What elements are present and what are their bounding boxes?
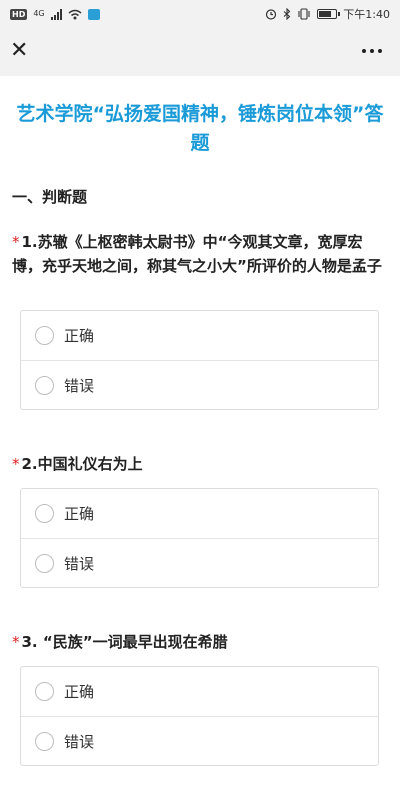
battery-icon (317, 9, 341, 19)
radio-icon[interactable] (35, 553, 54, 573)
radio-icon[interactable] (35, 375, 54, 395)
status-left: HD 4G (10, 8, 100, 20)
options-group-1: 正确 错误 (20, 310, 379, 410)
close-button[interactable]: ✕ (10, 38, 30, 64)
required-mark: * (12, 633, 20, 651)
bluetooth-icon (283, 8, 291, 20)
section-title: 一、判断题 (12, 188, 88, 206)
question-text: 1.苏辙《上枢密韩太尉书》中“今观其文章，宽厚宏博，充乎天地之间，称其气之小大”… (12, 233, 382, 275)
question-2: * 2.中国礼仪右为上 (12, 452, 384, 476)
option-wrong[interactable]: 错误 (21, 538, 378, 587)
vibrate-icon (298, 8, 310, 20)
option-correct[interactable]: 正确 (21, 667, 378, 716)
wifi-icon (68, 9, 82, 19)
required-mark: * (12, 455, 20, 473)
radio-icon[interactable] (35, 504, 54, 523)
network-type: 4G (33, 9, 45, 18)
question-3: * 3. “民族”一词最早出现在希腊 (12, 630, 384, 654)
options-group-2: 正确 错误 (20, 488, 379, 588)
alarm-icon (266, 9, 277, 20)
option-wrong[interactable]: 错误 (21, 360, 378, 409)
radio-icon[interactable] (35, 731, 54, 751)
option-label: 错误 (64, 376, 95, 395)
signal-icon (50, 8, 62, 20)
status-bar: HD 4G 下午1:40 (0, 0, 400, 28)
radio-icon[interactable] (35, 326, 54, 345)
option-correct[interactable]: 正确 (21, 311, 378, 360)
question-text: 3. “民族”一词最早出现在希腊 (21, 633, 228, 651)
option-label: 正确 (64, 683, 95, 701)
more-dots-icon[interactable] (362, 44, 384, 58)
question-text: 2.中国礼仪右为上 (21, 455, 143, 473)
wechat-icon (87, 8, 100, 20)
option-label: 正确 (64, 327, 95, 345)
option-correct[interactable]: 正确 (21, 489, 378, 538)
status-right: 下午1:40 (265, 6, 390, 22)
option-wrong[interactable]: 错误 (21, 716, 378, 765)
option-label: 正确 (64, 505, 95, 523)
required-mark: * (12, 233, 20, 251)
nav-bar: ✕ (0, 28, 400, 76)
radio-icon[interactable] (35, 682, 54, 701)
clock-text: 下午1:40 (343, 8, 390, 21)
option-label: 错误 (64, 732, 95, 751)
options-group-3: 正确 错误 (20, 666, 379, 766)
hd-icon: HD (10, 8, 28, 20)
question-1: * 1.苏辙《上枢密韩太尉书》中“今观其文章，宽厚宏博，充乎天地之间，称其气之小大… (12, 230, 384, 278)
page-title: 艺术学院“弘扬爱国精神，锤炼岗位本领”答题 (16, 103, 384, 154)
option-label: 错误 (64, 554, 95, 573)
